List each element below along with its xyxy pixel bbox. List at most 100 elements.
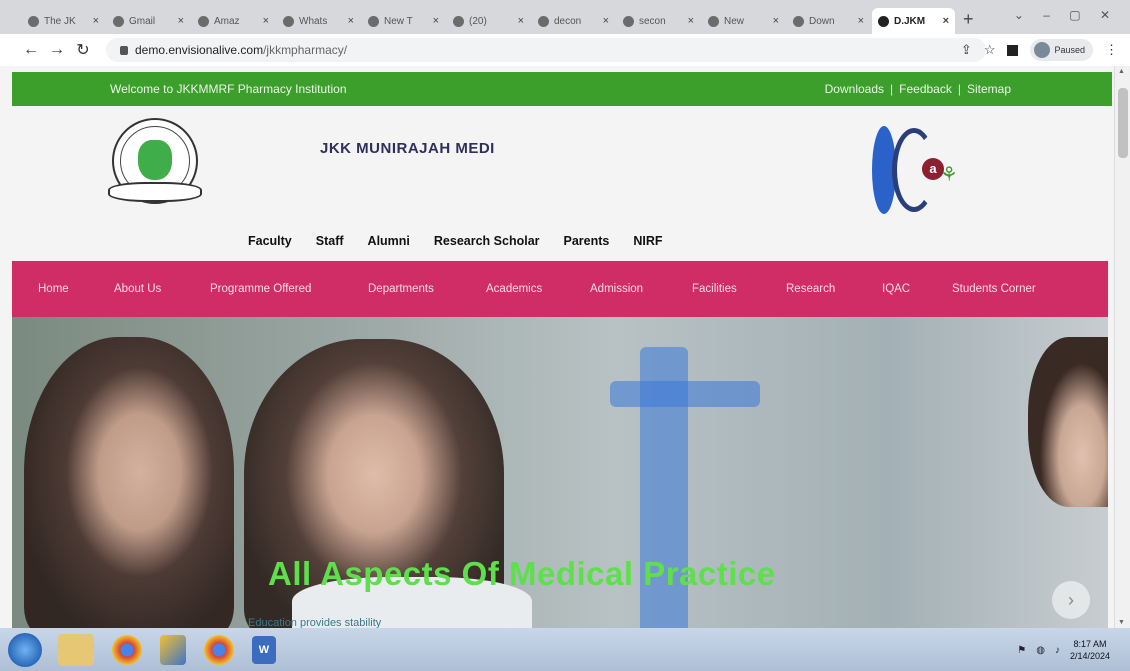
- tray-flag-icon[interactable]: ⚑: [1017, 645, 1026, 656]
- share-icon[interactable]: ⇪: [961, 42, 972, 58]
- new-tab-button[interactable]: +: [963, 9, 974, 30]
- nav-about-us[interactable]: About Us: [114, 283, 210, 295]
- forward-arrow-icon[interactable]: →: [44, 41, 70, 59]
- profile-button[interactable]: Paused: [1030, 39, 1093, 61]
- subnav-research-scholar[interactable]: Research Scholar: [434, 234, 540, 248]
- browser-tab[interactable]: New ×: [702, 8, 785, 34]
- nav-facilities[interactable]: Facilities: [692, 283, 786, 295]
- tab-title: decon: [554, 15, 582, 27]
- tab-title: secon: [639, 15, 666, 27]
- start-button[interactable]: [8, 632, 42, 667]
- browser-tab[interactable]: Gmail ×: [107, 8, 190, 34]
- favicon-icon: [198, 15, 209, 27]
- favicon-icon: [538, 15, 549, 27]
- caduceus-icon: [138, 140, 172, 180]
- close-tab-icon[interactable]: ×: [518, 15, 524, 27]
- nav-home[interactable]: Home: [38, 283, 114, 295]
- nav-academics[interactable]: Academics: [486, 283, 590, 295]
- browser-window: The JK × Gmail × Amaz × Whats × New T × (20) ×…: [0, 0, 1130, 671]
- tab-title: (20): [469, 15, 487, 27]
- favicon-icon: [368, 15, 379, 27]
- subnav-parents[interactable]: Parents: [564, 234, 610, 248]
- tab-title: Gmail: [129, 15, 156, 27]
- hero-photo-student: [1028, 337, 1108, 507]
- nav-students-corner[interactable]: Students Corner: [952, 283, 1064, 295]
- menu-kebab-icon[interactable]: ⋮: [1105, 42, 1118, 58]
- scroll-down-icon[interactable]: ▼: [1118, 619, 1125, 626]
- browser-tab[interactable]: Amaz ×: [192, 8, 275, 34]
- security-shield-icon[interactable]: [160, 634, 186, 665]
- nav-admission[interactable]: Admission: [590, 283, 692, 295]
- os-taskbar: W ⚑ ◍ ♪ 8:17 AM 2/14/2024: [0, 628, 1130, 671]
- subnav-alumni[interactable]: Alumni: [368, 234, 410, 248]
- favicon-icon: [283, 15, 294, 27]
- tab-title: New: [724, 15, 745, 27]
- download-icon: [793, 15, 804, 27]
- profile-status: Paused: [1054, 45, 1085, 55]
- downloads-link[interactable]: Downloads: [825, 82, 884, 96]
- address-bar[interactable]: demo.envisionalive.com/jkkmpharmacy/: [106, 38, 986, 62]
- system-clock[interactable]: 8:17 AM 2/14/2024: [1070, 638, 1110, 662]
- slider-next-button[interactable]: ›: [1052, 581, 1090, 619]
- browser-tab-active[interactable]: D.JKM ×: [872, 8, 955, 34]
- tab-title: D.JKM: [894, 15, 926, 27]
- back-arrow-icon[interactable]: ←: [18, 41, 44, 59]
- close-tab-icon[interactable]: ×: [93, 15, 99, 27]
- browser-tab[interactable]: New T ×: [362, 8, 445, 34]
- avatar: [1034, 42, 1051, 58]
- nav-departments[interactable]: Departments: [368, 283, 486, 295]
- tab-title: The JK: [44, 15, 76, 27]
- browser-tab[interactable]: decon ×: [532, 8, 615, 34]
- subnav-staff[interactable]: Staff: [316, 234, 344, 248]
- welcome-text: Welcome to JKKMMRF Pharmacy Institution: [110, 82, 347, 96]
- bookmark-star-icon[interactable]: ☆: [984, 42, 996, 58]
- close-tab-icon[interactable]: ×: [348, 15, 354, 27]
- close-tab-icon[interactable]: ×: [433, 15, 439, 27]
- sitemap-link[interactable]: Sitemap: [967, 82, 1011, 96]
- close-tab-icon[interactable]: ×: [688, 15, 694, 27]
- subnav-nirf[interactable]: NIRF: [633, 234, 662, 248]
- chrome-icon[interactable]: [112, 634, 142, 665]
- browser-tab[interactable]: Down ×: [787, 8, 870, 34]
- browser-tab[interactable]: Whats ×: [277, 8, 360, 34]
- browser-tab[interactable]: (20) ×: [447, 8, 530, 34]
- reload-icon[interactable]: ↻: [70, 40, 96, 60]
- scroll-up-icon[interactable]: ▲: [1118, 68, 1125, 75]
- chrome-icon[interactable]: [204, 634, 234, 665]
- close-tab-icon[interactable]: ×: [773, 15, 779, 27]
- close-tab-icon[interactable]: ×: [603, 15, 609, 27]
- hero-photo-student: [24, 337, 234, 628]
- favicon-icon: [623, 15, 634, 27]
- close-tab-icon[interactable]: ×: [858, 15, 864, 27]
- url-host: demo.envisionalive.com: [135, 43, 264, 57]
- plant-icon: ⚘: [940, 164, 958, 186]
- close-tab-icon[interactable]: ×: [943, 15, 949, 27]
- tab-title: Amaz: [214, 15, 240, 27]
- nav-research[interactable]: Research: [786, 283, 882, 295]
- tab-title: Down: [809, 15, 835, 27]
- scrollbar-thumb[interactable]: [1118, 88, 1128, 158]
- close-tab-icon[interactable]: ×: [263, 15, 269, 27]
- window-controls[interactable]: ⌄ – ▢ ✕: [1014, 8, 1118, 22]
- close-tab-icon[interactable]: ×: [178, 15, 184, 27]
- toolbar-actions: ⇪ ☆ Paused ⋮: [961, 39, 1118, 61]
- side-panel-icon[interactable]: [1007, 44, 1019, 56]
- page-scrollbar[interactable]: ▲ ▼: [1114, 66, 1130, 628]
- tray-volume-icon[interactable]: ♪: [1055, 645, 1060, 656]
- feedback-link[interactable]: Feedback: [899, 82, 952, 96]
- browser-tab[interactable]: secon ×: [617, 8, 700, 34]
- browser-toolbar: ← → ↻ demo.envisionalive.com/jkkmpharmac…: [0, 34, 1130, 66]
- top-info-bar: Welcome to JKKMMRF Pharmacy Institution …: [12, 72, 1112, 106]
- subnav-faculty[interactable]: Faculty: [248, 234, 292, 248]
- tray-network-icon[interactable]: ◍: [1036, 645, 1045, 656]
- hero-title: All Aspects Of Medical Practice: [268, 555, 776, 592]
- favicon-icon: [453, 15, 464, 27]
- nav-programme-offered[interactable]: Programme Offered: [210, 283, 368, 295]
- site-header: JKK MUNIRAJAH MEDI a ⚘ Faculty Staff Alu…: [12, 106, 1112, 261]
- word-doc-icon[interactable]: W: [252, 635, 276, 664]
- main-nav: Home About Us Programme Offered Departme…: [12, 261, 1108, 317]
- institution-seal-logo[interactable]: [108, 116, 202, 211]
- browser-tab[interactable]: The JK ×: [22, 8, 105, 34]
- nav-iqac[interactable]: IQAC: [882, 283, 952, 295]
- file-explorer-icon[interactable]: [58, 633, 94, 666]
